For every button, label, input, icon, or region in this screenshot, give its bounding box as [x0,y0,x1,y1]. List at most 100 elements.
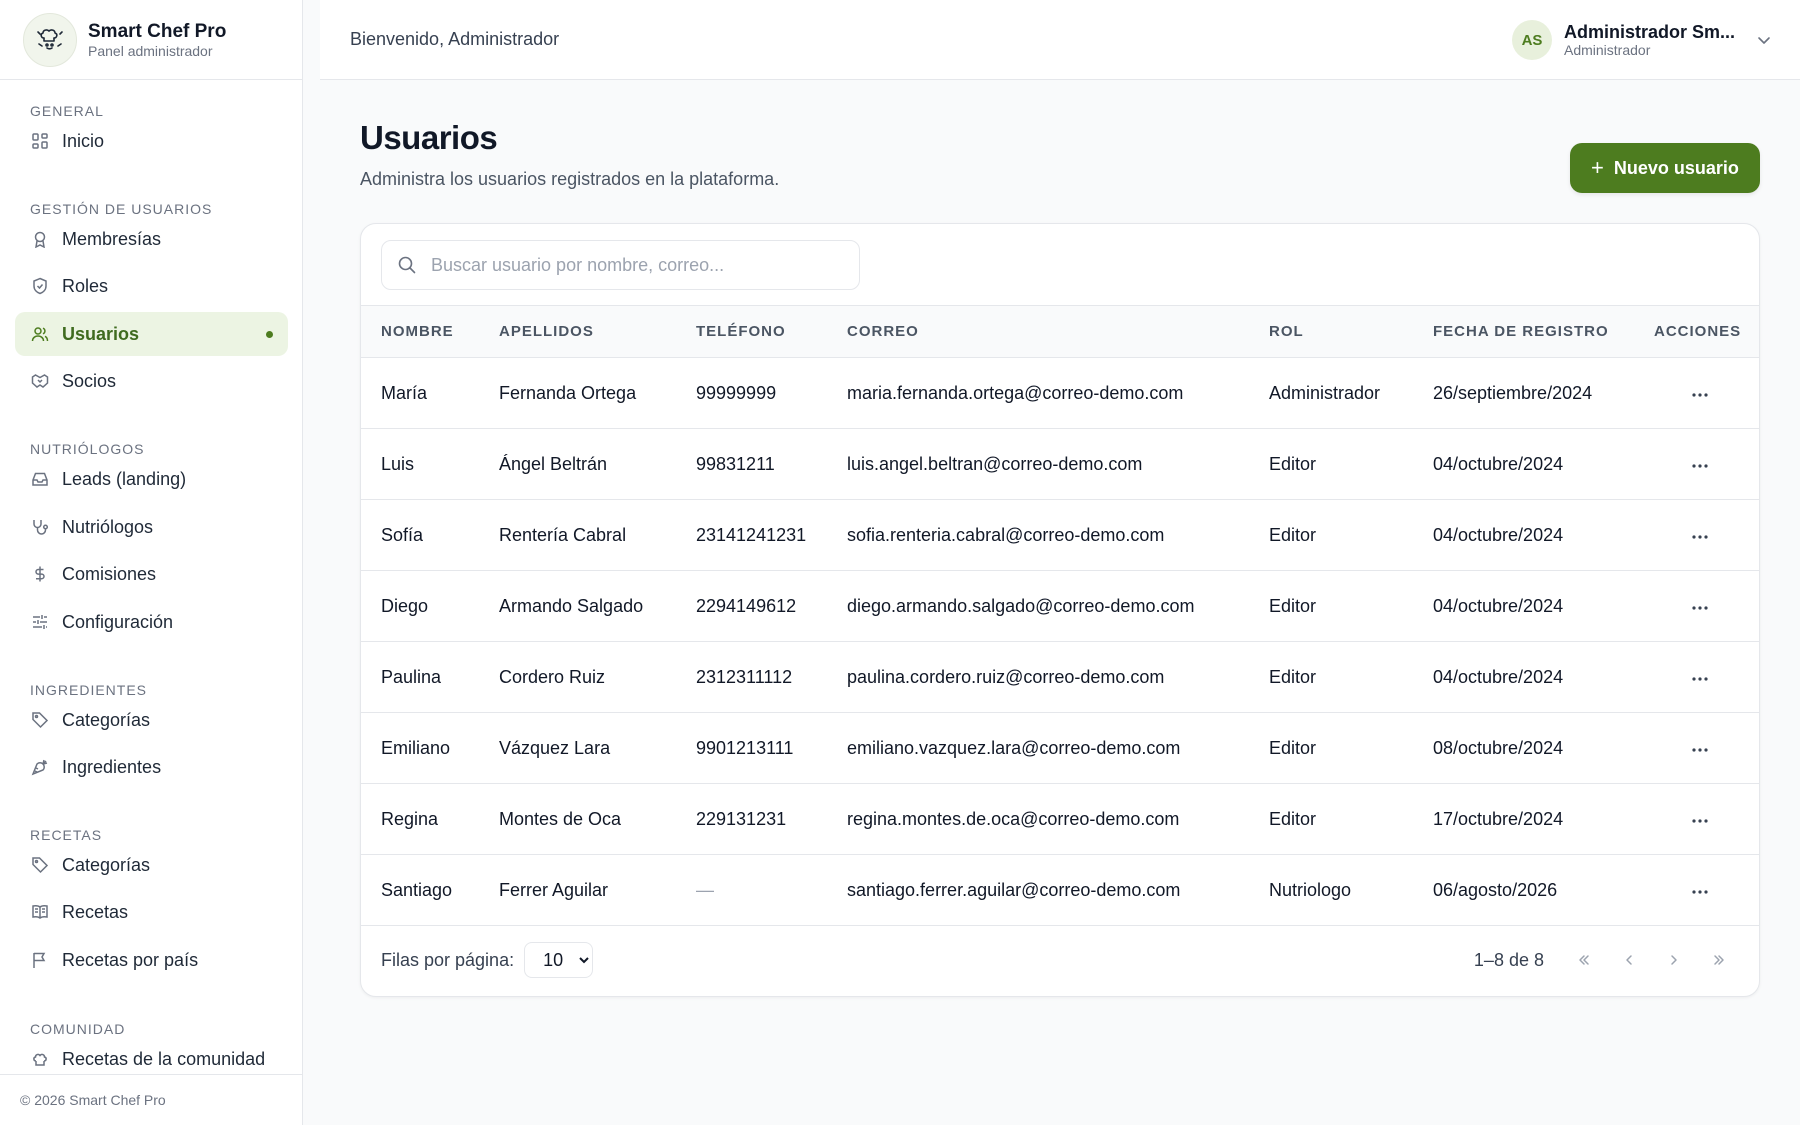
sidebar-item-roles[interactable]: Roles [15,264,288,308]
stethoscope-icon [30,517,50,537]
sidebar-item-recetas-comunidad[interactable]: Recetas de la comunidad [15,1037,288,1074]
more-horizontal-icon[interactable] [1686,598,1714,618]
page-range: 1–8 de 8 [1473,949,1544,970]
pager [1561,942,1741,978]
col-apellidos[interactable]: APELLIDOS [479,305,676,358]
brand-subtitle: Panel administrador [88,42,213,59]
cell-fecha: 17/octubre/2024 [1413,783,1634,855]
search-input[interactable] [431,254,831,276]
users-table: NOMBRE APELLIDOS TELÉFONO CORREO ROL FEC… [361,305,1759,926]
cell-telefono: 99999999 [676,357,827,429]
sidebar-nav: GENERAL Inicio GESTIÓN DE USUARIOS Membr… [0,80,302,1074]
section-general: GENERAL [30,103,104,119]
more-horizontal-icon[interactable] [1686,669,1714,689]
sidebar-item-nutriologos[interactable]: Nutriólogos [15,505,288,549]
pagination-bar: Filas por página: 10 1–8 de 8 [361,924,1759,996]
sidebar-item-membresias[interactable]: Membresías [15,217,288,261]
more-horizontal-icon[interactable] [1686,456,1714,476]
first-page-icon[interactable] [1561,942,1606,978]
more-horizontal-icon[interactable] [1686,527,1714,547]
col-rol[interactable]: ROL [1249,305,1413,358]
book-icon [30,902,50,922]
sidebar-item-inicio[interactable]: Inicio [15,119,288,163]
table-row[interactable]: Luis Ángel Beltrán 99831211 luis.angel.b… [361,428,1759,500]
cell-rol: Nutriologo [1249,854,1413,926]
shield-icon [30,276,50,296]
sidebar-item-label: Socios [62,370,117,391]
sidebar-item-comisiones[interactable]: Comisiones [15,552,288,596]
grid-icon [30,131,50,151]
table-row[interactable]: Diego Armando Salgado 2294149612 diego.a… [361,570,1759,642]
new-user-button[interactable]: + Nuevo usuario [1570,143,1760,193]
last-page-icon[interactable] [1696,942,1741,978]
cell-nombre: Diego [361,570,479,642]
dollar-icon [30,564,50,584]
col-nombre[interactable]: NOMBRE [361,305,479,358]
cell-correo: maria.fernanda.ortega@correo-demo.com [827,357,1249,429]
cell-correo: emiliano.vazquez.lara@correo-demo.com [827,712,1249,784]
sidebar-item-ingredientes[interactable]: Ingredientes [15,745,288,789]
table-header-row: NOMBRE APELLIDOS TELÉFONO CORREO ROL FEC… [361,305,1759,358]
cell-telefono: 9901213111 [676,712,827,784]
cell-correo: diego.armando.salgado@correo-demo.com [827,570,1249,642]
rows-per-page-select[interactable]: 10 [524,942,594,978]
cell-rol: Editor [1249,499,1413,571]
cell-nombre: Sofía [361,499,479,571]
sidebar-item-configuracion[interactable]: Configuración [15,600,288,644]
users-icon [30,324,50,344]
rows-per-page-label: Filas por página: [381,949,515,970]
tag-icon [30,855,50,875]
cell-apellidos: Rentería Cabral [479,499,676,571]
sidebar-item-ingredient-categories[interactable]: Categorías [15,698,288,742]
sidebar-item-recetas-pais[interactable]: Recetas por país [15,938,288,982]
brand-name: Smart Chef Pro [88,20,227,42]
table-row[interactable]: Santiago Ferrer Aguilar — santiago.ferre… [361,854,1759,926]
more-horizontal-icon[interactable] [1686,385,1714,405]
active-indicator [266,330,273,338]
brand[interactable]: Smart Chef Pro Panel administrador [0,0,302,80]
col-telefono[interactable]: TELÉFONO [676,305,827,358]
cell-telefono: 23141241231 [676,499,827,571]
more-horizontal-icon[interactable] [1686,740,1714,760]
sidebar-item-usuarios[interactable]: Usuarios [15,312,288,356]
sidebar-item-leads[interactable]: Leads (landing) [15,457,288,501]
more-horizontal-icon[interactable] [1686,882,1714,902]
cell-fecha: 04/octubre/2024 [1413,499,1634,571]
table-row[interactable]: Emiliano Vázquez Lara 9901213111 emilian… [361,712,1759,784]
table-row[interactable]: Sofía Rentería Cabral 23141241231 sofia.… [361,499,1759,571]
table-row[interactable]: Paulina Cordero Ruiz 2312311112 paulina.… [361,641,1759,713]
sidebar-item-label: Configuración [62,611,174,632]
cell-apellidos: Armando Salgado [479,570,676,642]
welcome-text: Bienvenido, Administrador [350,29,560,49]
cell-nombre: María [361,357,479,429]
user-role: Administrador [1564,42,1651,58]
sidebar-item-recipe-categories[interactable]: Categorías [15,843,288,887]
col-fecha[interactable]: FECHA DE REGISTRO [1413,305,1634,358]
inbox-icon [30,469,50,489]
section-community: COMUNIDAD [30,1021,126,1037]
col-correo[interactable]: CORREO [827,305,1249,358]
table-row[interactable]: María Fernanda Ortega 99999999 maria.fer… [361,357,1759,429]
sidebar: Smart Chef Pro Panel administrador GENER… [0,0,303,1125]
chef-hat-icon [23,12,77,67]
prev-page-icon[interactable] [1606,942,1651,978]
cell-rol: Editor [1249,712,1413,784]
sidebar-item-recetas[interactable]: Recetas [15,890,288,934]
user-menu[interactable]: AS Administrador Sm... Administrador [1512,20,1774,60]
users-card: NOMBRE APELLIDOS TELÉFONO CORREO ROL FEC… [360,223,1760,997]
sidebar-item-label: Usuarios [62,323,140,344]
next-page-icon[interactable] [1651,942,1696,978]
cell-correo: sofia.renteria.cabral@correo-demo.com [827,499,1249,571]
cell-apellidos: Vázquez Lara [479,712,676,784]
flag-icon [30,950,50,970]
search-box[interactable] [381,240,860,290]
more-horizontal-icon[interactable] [1686,811,1714,831]
chef-hat-icon [30,1049,50,1069]
sidebar-item-label: Membresías [62,228,162,249]
cell-apellidos: Fernanda Ortega [479,357,676,429]
cell-correo: regina.montes.de.oca@correo-demo.com [827,783,1249,855]
sidebar-item-socios[interactable]: Socios [15,359,288,403]
sidebar-item-label: Categorías [62,709,151,730]
sidebar-item-label: Categorías [62,854,151,875]
table-row[interactable]: Regina Montes de Oca 229131231 regina.mo… [361,783,1759,855]
